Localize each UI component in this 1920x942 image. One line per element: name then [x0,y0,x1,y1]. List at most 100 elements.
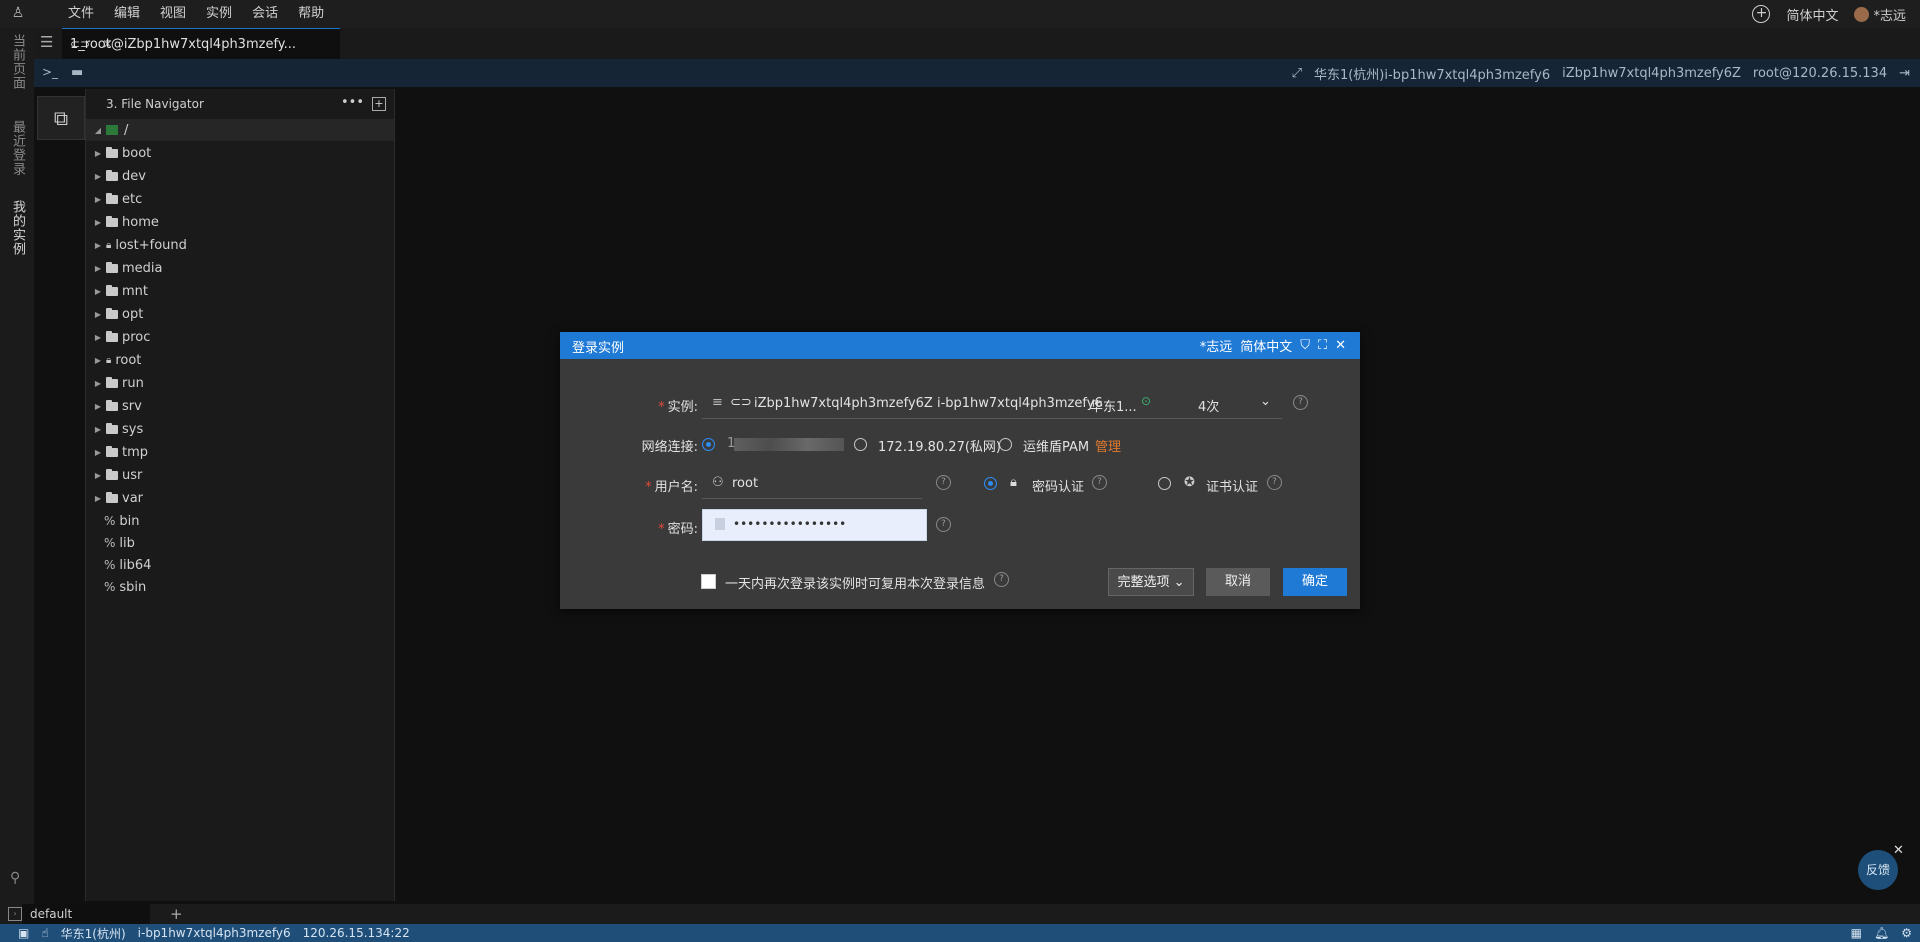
confirm-button[interactable]: 确定 [1283,568,1347,596]
theme-icon[interactable]: ⛉ [1300,338,1310,353]
expand-arrow-icon[interactable]: ▶ [92,195,104,204]
expand-arrow-icon[interactable]: ▶ [92,264,104,273]
language-switch[interactable]: 简体中文 [1786,5,1838,24]
add-circle-icon[interactable]: + [1752,5,1771,23]
expand-arrow-icon[interactable]: ▶ [92,448,104,457]
settings-icon[interactable]: ⚙ [1901,926,1912,940]
menubar-right: + 简体中文 *志远 [1752,0,1906,28]
menu-view[interactable]: 视图 [150,0,196,28]
tree-dir-srv[interactable]: ▶ srv [86,395,394,417]
tree-dir-usr[interactable]: ▶ usr [86,464,394,486]
tree-dir-etc[interactable]: ▶ etc [86,188,394,210]
tree-link-bin[interactable]: % bin [86,510,394,532]
tree-link-sbin[interactable]: % sbin [86,576,394,598]
cancel-button[interactable]: 取消 [1206,568,1270,596]
expand-arrow-icon[interactable]: ▶ [92,494,104,503]
tree-dir-dev[interactable]: ▶ dev [86,165,394,187]
tree-item-label: boot [122,145,152,161]
manage-link[interactable]: 管理 [1095,436,1121,455]
tree-dir-proc[interactable]: ▶ proc [86,326,394,348]
password-help-icon[interactable]: ? [936,517,951,532]
more-options-button[interactable]: 完整选项 ⌄ [1108,568,1194,596]
tree-dir-var[interactable]: ▶ var [86,487,394,509]
remember-help-icon[interactable]: ? [994,572,1009,587]
expand-arrow-icon[interactable]: ▶ [92,356,104,365]
expand-arrow-icon[interactable]: ◢ [92,126,104,135]
tree-root[interactable]: ◢ / [86,119,394,141]
expand-arrow-icon[interactable]: ▶ [92,241,104,250]
close-feedback-icon[interactable]: ✕ [1893,843,1904,858]
instance-value[interactable]: iZbp1hw7xtql4ph3mzefy6Z i-bp1hw7xtql4ph3… [754,396,1103,411]
bell-icon[interactable]: 🔔︎ [1874,926,1889,940]
logout-icon[interactable]: ⇥ [1899,66,1910,81]
expand-arrow-icon[interactable]: ▶ [92,425,104,434]
add-panel-icon[interactable]: + [372,97,386,111]
monitor-icon[interactable]: ▣ [18,926,29,940]
copy-panel-icon[interactable]: ⧉ [37,96,85,140]
terminal-tab-default[interactable]: default [22,904,150,924]
tree-dir-tmp[interactable]: ▶ tmp [86,441,394,463]
tree-dir-lost-found[interactable]: ▶ 🔒︎ lost+found [86,234,394,256]
menu-file[interactable]: 文件 [58,0,104,28]
tree-dir-mnt[interactable]: ▶ mnt [86,280,394,302]
tree-dir-run[interactable]: ▶ run [86,372,394,394]
remember-checkbox[interactable] [701,574,716,589]
cert-auth-help-icon[interactable]: ? [1267,475,1282,490]
instance-help-icon[interactable]: ? [1293,395,1308,410]
menu-help[interactable]: 帮助 [288,0,334,28]
chevron-down-icon[interactable]: ⌄ [1260,394,1271,409]
vtab-current-page[interactable]: 当前页面 [8,34,27,90]
close-dialog-icon[interactable]: ✕ [1335,338,1346,353]
username-help-icon[interactable]: ? [936,475,951,490]
expand-arrow-icon[interactable]: ▶ [92,287,104,296]
user-menu[interactable]: *志远 [1854,5,1906,24]
username-field[interactable]: root [732,476,758,491]
radio-password-auth[interactable] [984,477,997,490]
dialog-language[interactable]: 简体中文 [1240,336,1292,355]
menu-edit[interactable]: 编辑 [104,0,150,28]
expand-arrow-icon[interactable]: ▶ [92,402,104,411]
menu-instance[interactable]: 实例 [196,0,242,28]
radio-private-network[interactable] [854,438,867,451]
dialog-user[interactable]: *志远 [1200,336,1233,355]
login-dialog: 登录实例 *志远 简体中文 ⛉ ⛶ ✕ * 实例: ≡ ⊂⊃ iZbp1hw7xt… [560,332,1360,609]
folder-icon[interactable]: ▬ [71,65,83,80]
tree-dir-boot[interactable]: ▶ boot [86,142,394,164]
tree-dir-home[interactable]: ▶ home [86,211,394,233]
expand-arrow-icon[interactable]: ▶ [92,172,104,181]
login-info: root@120.26.15.134 [1752,65,1888,81]
collapse-menu-icon[interactable]: ☰ [40,34,56,50]
tree-item-label: opt [122,306,144,322]
vtab-my-instances[interactable]: 我的实例 [8,200,27,256]
grid-icon[interactable]: ▦ [1851,926,1862,940]
radio-cert-auth[interactable] [1158,477,1171,490]
expand-arrow-icon[interactable]: ▶ [92,218,104,227]
hand-icon[interactable]: ☝ [41,926,48,940]
tree-dir-media[interactable]: ▶ media [86,257,394,279]
maximize-icon[interactable]: ⛶ [1318,338,1327,353]
terminal-icon[interactable]: >_ [42,65,58,79]
tree-link-lib64[interactable]: % lib64 [86,554,394,576]
expand-arrow-icon[interactable]: ▶ [92,379,104,388]
menu-session[interactable]: 会话 [242,0,288,28]
pin-icon[interactable]: ⚲ [10,870,20,886]
expand-arrow-icon[interactable]: ▶ [92,471,104,480]
tree-link-lib[interactable]: % lib [86,532,394,554]
vtab-recent-login[interactable]: 最近登录 [8,120,27,176]
expand-arrow-icon[interactable]: ▶ [92,333,104,342]
tree-dir-opt[interactable]: ▶ opt [86,303,394,325]
feedback-button[interactable]: 反馈 [1858,850,1898,890]
tree-dir-root[interactable]: ▶ 🔒︎ root [86,349,394,371]
private-ip: 172.19.80.27(私网) [878,440,1001,455]
fullscreen-icon[interactable]: ⤢ [1292,66,1302,81]
password-auth-help-icon[interactable]: ? [1092,475,1107,490]
tree-dir-sys[interactable]: ▶ sys [86,418,394,440]
add-terminal-icon[interactable]: + [170,905,183,923]
session-tab[interactable]: ⊂⊃ 1_root@iZbp1hw7xtql4ph3mzefy... × [62,28,340,59]
expand-arrow-icon[interactable]: ▶ [92,310,104,319]
expand-arrow-icon[interactable]: ▶ [92,149,104,158]
password-input[interactable]: •••••••••••••••• [702,509,927,541]
more-icon[interactable]: ••• [341,95,364,110]
radio-public-network[interactable] [702,438,715,451]
radio-pam[interactable] [999,438,1012,451]
